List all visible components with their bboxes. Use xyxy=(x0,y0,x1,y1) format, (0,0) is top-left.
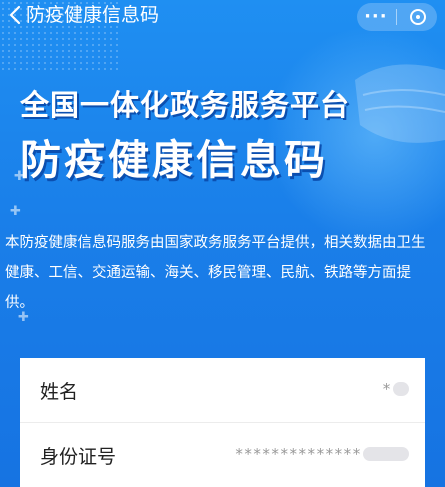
capsule-divider xyxy=(396,9,398,25)
mini-program-capsule: ··· xyxy=(357,3,437,31)
identity-info-card: 姓名 * 身份证号 ************** xyxy=(20,358,425,487)
back-button[interactable]: 防疫健康信息码 xyxy=(8,4,159,26)
plus-decoration: ✚ xyxy=(10,204,21,219)
name-value: * xyxy=(382,380,409,398)
id-masked-text: ************** xyxy=(234,445,361,463)
close-circle-icon xyxy=(410,9,427,25)
id-number-label: 身份证号 xyxy=(40,446,117,468)
close-button[interactable] xyxy=(401,3,435,31)
name-label: 姓名 xyxy=(40,381,79,403)
page-title: 防疫健康信息码 xyxy=(20,136,328,184)
redaction-blur xyxy=(363,447,409,461)
redaction-blur xyxy=(393,382,409,396)
face-mask-icon xyxy=(355,64,445,143)
navigation-bar: 防疫健康信息码 ··· xyxy=(0,0,445,34)
nav-title: 防疫健康信息码 xyxy=(26,4,160,26)
chevron-left-icon xyxy=(9,5,21,25)
id-number-value: ************** xyxy=(235,445,409,463)
name-masked-text: * xyxy=(381,380,391,398)
name-row[interactable]: 姓名 * xyxy=(20,358,425,422)
more-button[interactable]: ··· xyxy=(359,3,393,31)
service-description: 本防疫健康信息码服务由国家政务服务平台提供，相关数据由卫生健康、工信、交通运输、… xyxy=(5,235,426,311)
id-number-row[interactable]: 身份证号 ************** xyxy=(20,422,425,487)
platform-title: 全国一体化政务服务平台 xyxy=(20,88,351,122)
